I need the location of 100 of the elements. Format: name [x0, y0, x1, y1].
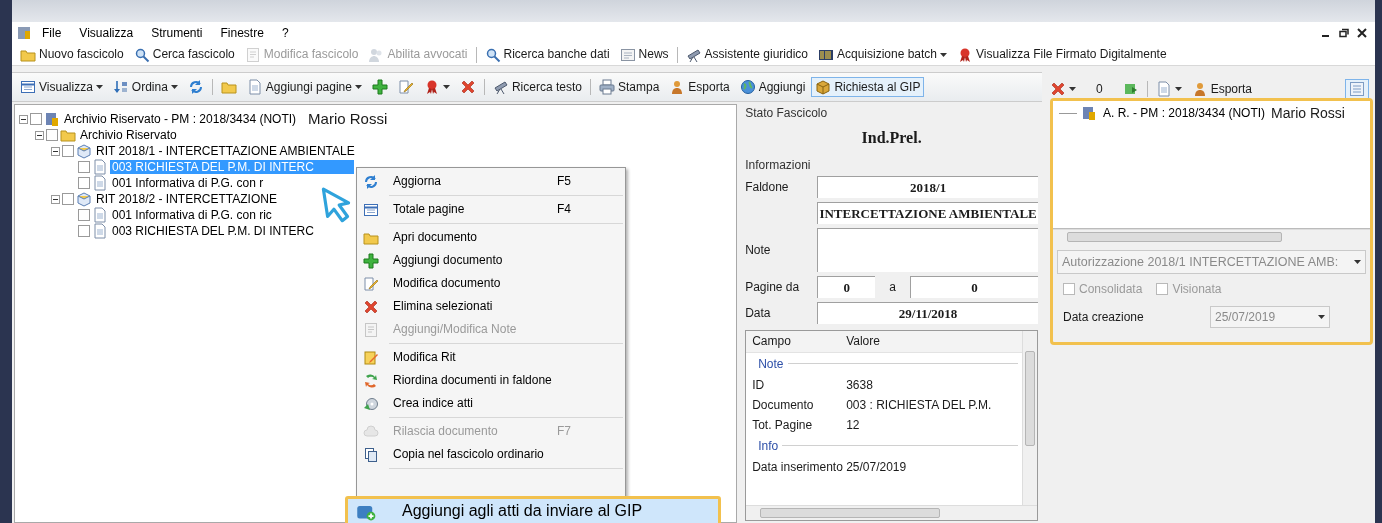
tree-item[interactable]: A. R. - PM : 2018/3434 (NOTI) — [1101, 105, 1268, 121]
menu-item[interactable]: ? — [273, 24, 297, 42]
toolbar-button[interactable]: News — [615, 44, 673, 65]
toolbar-button[interactable]: Nuovo fascicolo — [16, 44, 128, 65]
cross-icon — [1050, 81, 1066, 97]
menu-item[interactable]: File — [34, 24, 70, 42]
menu-item[interactable]: Riordina documenti in faldone — [359, 369, 623, 392]
toolbar-button[interactable]: Richiesta al GIP — [811, 77, 925, 97]
scrollbar[interactable] — [1053, 229, 1370, 244]
field-label: Data — [745, 305, 772, 321]
input-field[interactable]: INTERCETTAZIONE AMBIENTALE — [817, 201, 1038, 224]
menu-item[interactable]: Aggiungi agli atti da inviare al GIP — [345, 496, 721, 523]
document-icon — [92, 207, 108, 223]
counter-text: 0 — [1095, 81, 1104, 97]
checkbox[interactable] — [78, 161, 90, 173]
toolbar-button[interactable]: Aggiungi — [735, 77, 810, 97]
field-label: Data creazione — [1063, 310, 1144, 325]
tree-item[interactable]: RIT 2018/1 - INTERCETTAZIONE AMBIENTALE — [94, 143, 357, 159]
document-icon — [1155, 81, 1172, 97]
input-field[interactable]: 29/11/2018 — [817, 301, 1038, 324]
checkbox[interactable] — [78, 177, 90, 189]
table-cell-text: Tot. Pagine — [751, 417, 814, 433]
status-text: Ind.Prel. — [860, 128, 923, 149]
input-field[interactable]: 0 — [817, 275, 876, 298]
table-cell-text: 003 : RICHIESTA DEL P.M. — [846, 397, 993, 413]
toolbar-button[interactable]: Ordina — [108, 77, 182, 97]
menu-item[interactable]: Modifica Rit — [359, 346, 623, 369]
menu-item[interactable]: Elimina selezionati — [359, 295, 623, 318]
toolbar-button[interactable]: Ricerca banche dati — [480, 44, 614, 65]
collapse-icon[interactable] — [19, 114, 28, 124]
section-header: Note — [758, 356, 784, 372]
menu-item[interactable]: Totale pagine F4 — [359, 198, 623, 221]
archive-icon — [44, 111, 60, 127]
restore-icon[interactable] — [1339, 28, 1349, 38]
shortcut-text: F7 — [557, 424, 572, 439]
toolbar-button[interactable]: Visualizza File Firmato Digitalmente — [953, 44, 1171, 65]
checkbox[interactable] — [78, 225, 90, 237]
tree-item[interactable]: 001 Informativa di P.G. con ric — [110, 207, 274, 223]
checkbox[interactable] — [30, 113, 42, 125]
toolbar-button[interactable]: Aggiungi pagine — [242, 77, 366, 97]
input-field[interactable]: 0 — [909, 275, 1038, 298]
caret-icon — [1318, 315, 1325, 320]
column-header: Valore — [846, 334, 881, 349]
checkbox[interactable] — [78, 209, 90, 221]
pencil-icon — [363, 275, 379, 292]
toolbar-button[interactable]: Assistente giuridico — [681, 44, 812, 65]
pencil-icon — [363, 349, 379, 366]
owner-name: Mario Rossi — [1271, 104, 1345, 122]
toolbar-button[interactable]: Visualizza — [16, 77, 107, 97]
checkbox[interactable] — [62, 145, 74, 157]
toolbar-button[interactable]: Ricerca testo — [488, 77, 586, 97]
collapse-icon[interactable] — [51, 146, 60, 156]
tree-item[interactable]: Archivio Riservato - PM : 2018/3434 (NOTI) — [62, 111, 299, 127]
group-title: Informazioni — [745, 157, 812, 172]
tree-item[interactable]: Archivio Riservato — [78, 127, 179, 143]
caret-icon — [170, 85, 178, 89]
archive-icon — [1081, 105, 1097, 121]
scrollbar[interactable] — [746, 505, 1037, 520]
checkbox[interactable] — [46, 129, 58, 141]
close-icon[interactable] — [1357, 28, 1367, 38]
toolbar-button[interactable]: Acquisizione batch — [814, 44, 952, 65]
plus-icon — [371, 79, 388, 95]
field-label: Note — [745, 242, 772, 258]
menu-item[interactable]: Aggiorna F5 — [359, 170, 623, 193]
tree-item[interactable]: RIT 2018/2 - INTERCETTAZIONE — [94, 191, 279, 207]
printer-icon — [598, 79, 615, 95]
toolbar-button[interactable]: Cerca fascicolo — [129, 44, 239, 65]
panel-icon — [1349, 81, 1365, 97]
caret-icon — [354, 85, 362, 89]
folder-icon — [60, 127, 76, 143]
toolbar-button[interactable]: Stampa — [594, 77, 664, 97]
collapse-icon[interactable] — [35, 130, 44, 140]
toolbar-button[interactable]: Esporta — [665, 77, 734, 97]
menu-item[interactable]: Apri documento — [359, 226, 623, 249]
input-field[interactable] — [817, 227, 1038, 272]
table-cell-text: Documento — [751, 397, 815, 413]
caret-icon — [95, 85, 103, 89]
menu-item[interactable]: Aggiungi documento — [359, 249, 623, 272]
search-icon — [484, 46, 501, 63]
toolbar-button[interactable]: Esporta — [1187, 79, 1257, 99]
collapse-icon[interactable] — [51, 194, 60, 204]
note-icon — [244, 46, 261, 63]
page-arrow-icon — [1122, 81, 1139, 97]
menu-item[interactable]: Copia nel fascicolo ordinario — [359, 443, 623, 466]
menu-item[interactable]: Modifica documento — [359, 272, 623, 295]
scrollbar[interactable] — [1022, 330, 1037, 505]
package-icon — [76, 191, 92, 207]
globe-icon — [739, 79, 756, 95]
menu-item[interactable]: Strumenti — [143, 24, 211, 42]
list-icon — [20, 79, 36, 95]
input-field[interactable]: 2018/1 — [817, 175, 1038, 198]
menu-item[interactable]: Visualizza — [71, 24, 142, 42]
menu-item[interactable]: Finestre — [212, 24, 272, 42]
tree-item[interactable]: 003 RICHIESTA DEL P.M. DI INTERC — [110, 223, 316, 239]
list-icon — [363, 201, 379, 218]
checkbox[interactable] — [62, 193, 74, 205]
field-label: Pagine da — [745, 279, 801, 295]
tree-item[interactable]: 001 Informativa di P.G. con r — [110, 175, 266, 191]
package-icon — [815, 79, 832, 95]
menu-item[interactable]: Crea indice atti — [359, 392, 623, 415]
